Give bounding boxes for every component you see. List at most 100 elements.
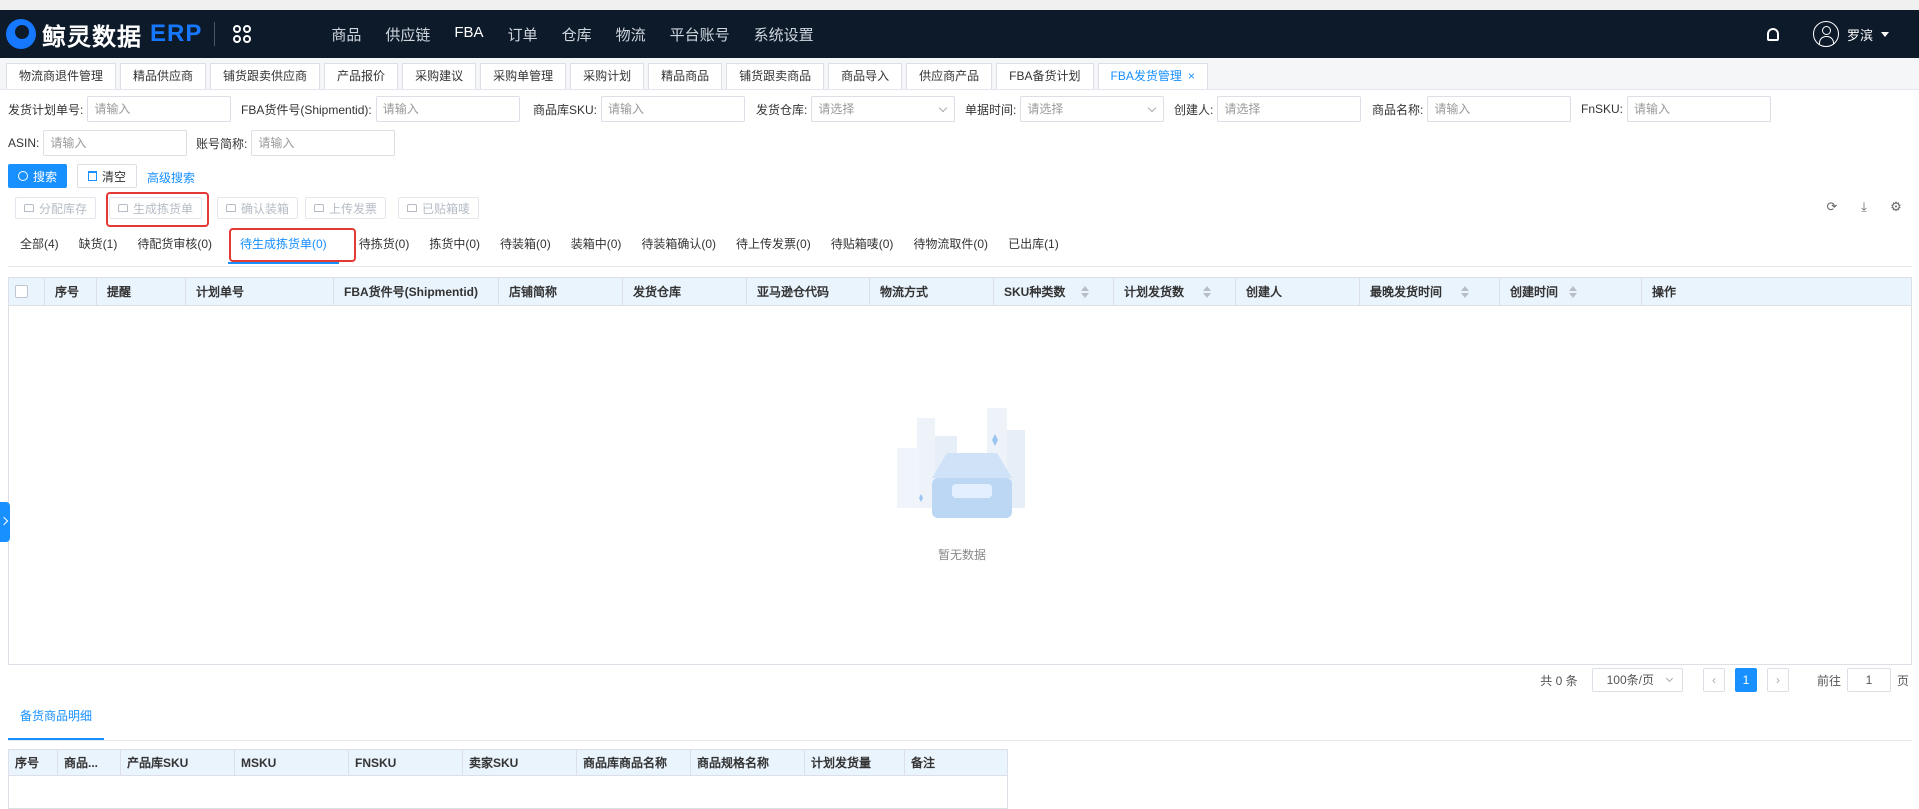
detail-col-goods: 商品... — [58, 750, 121, 776]
filter-label: 发货仓库: — [756, 102, 808, 117]
labeled-button[interactable]: 已贴箱唛 — [398, 197, 480, 219]
advanced-search-link[interactable]: 高级搜索 — [147, 169, 195, 186]
tab-logistics-returns[interactable]: 物流商退件管理 — [6, 63, 117, 89]
prev-page-button[interactable]: ‹ — [1702, 668, 1725, 692]
status-tab-pending-pick[interactable]: 待拣货(0) — [359, 228, 410, 264]
tab-product-quotes[interactable]: 产品报价 — [324, 63, 399, 89]
goto-label: 前往 — [1816, 673, 1841, 688]
status-tab-pending-review[interactable]: 待配货审核(0) — [137, 228, 212, 264]
table-header: 序号 提醒 计划单号 FBA货件号(Shipmentid) 店铺简称 发货仓库 … — [9, 278, 1911, 306]
gear-icon[interactable]: ⚙ — [1889, 200, 1903, 214]
chevron-down-icon — [1148, 103, 1157, 113]
refresh-icon[interactable]: ⟳ — [1825, 200, 1839, 214]
bell-icon[interactable] — [1766, 27, 1779, 41]
nav-item-logistics[interactable]: 物流 — [616, 24, 646, 45]
pagination: 共 0 条 100条/页 ‹ 1 › 前往 1 页 — [1540, 668, 1909, 692]
search-button[interactable]: 搜索 — [8, 164, 68, 188]
status-tab-pending-invoice[interactable]: 待上传发票(0) — [736, 228, 811, 264]
tab-listing-suppliers[interactable]: 铺货跟卖供应商 — [210, 63, 321, 89]
page-tabs: 物流商退件管理 精品供应商 铺货跟卖供应商 产品报价 采购建议 采购单管理 采购… — [0, 58, 1919, 90]
select-all-cell — [9, 278, 45, 306]
logo-divider — [214, 22, 216, 46]
col-sku-kinds[interactable]: SKU种类数 — [994, 278, 1114, 306]
shipment-table: 序号 提醒 计划单号 FBA货件号(Shipmentid) 店铺简称 发货仓库 … — [8, 277, 1912, 665]
status-tab-shipped[interactable]: 已出库(1) — [1008, 228, 1059, 264]
select-all-checkbox[interactable] — [15, 285, 28, 298]
filter-label: 商品名称: — [1372, 102, 1424, 117]
sidebar-toggle-icon[interactable] — [0, 502, 10, 542]
filter-fnsku: FnSKU: 请输入 — [1581, 96, 1772, 122]
chevron-down-icon[interactable] — [1881, 31, 1889, 37]
col-label: 最晚发货时间 — [1370, 285, 1443, 299]
col-created-time[interactable]: 创建时间 — [1500, 278, 1642, 306]
nav-item-platform-account[interactable]: 平台账号 — [670, 24, 730, 45]
status-tab-packing[interactable]: 装箱中(0) — [571, 228, 622, 264]
user-avatar-icon[interactable] — [1812, 21, 1839, 47]
goto-page-input[interactable]: 1 — [1846, 668, 1891, 692]
page-number-current[interactable]: 1 — [1734, 668, 1757, 692]
allocate-stock-button[interactable]: 分配库存 — [15, 197, 97, 219]
filter-label: FnSKU: — [1581, 102, 1624, 116]
logo[interactable]: 鲸灵数据 ERP — [6, 17, 202, 52]
page-size-select[interactable]: 100条/页 — [1591, 668, 1683, 692]
tab-premium-suppliers[interactable]: 精品供应商 — [120, 63, 207, 89]
nav-item-fba[interactable]: FBA — [454, 24, 483, 45]
download-icon[interactable]: ⤓ — [1857, 200, 1871, 214]
next-page-button[interactable]: › — [1766, 668, 1789, 692]
close-icon[interactable]: × — [1188, 69, 1195, 83]
fnsku-input[interactable]: 请输入 — [1627, 96, 1772, 122]
filter-sku: 商品库SKU: 请输入 — [533, 96, 746, 122]
sku-input[interactable]: 请输入 — [601, 96, 746, 122]
nav-item-warehouse[interactable]: 仓库 — [562, 24, 592, 45]
tab-fba-stock-plan[interactable]: FBA备货计划 — [996, 63, 1094, 89]
col-latest-ship-time[interactable]: 最晚发货时间 — [1360, 278, 1500, 306]
col-label: 创建时间 — [1510, 285, 1559, 299]
detail-divider — [8, 740, 1912, 741]
filter-label: 创建人: — [1174, 102, 1214, 117]
status-tab-pending-pack-confirm[interactable]: 待装箱确认(0) — [641, 228, 716, 264]
creator-select[interactable]: 请选择 — [1217, 96, 1362, 122]
empty-inbox-icon — [897, 408, 1025, 518]
tab-listing-goods[interactable]: 铺货跟卖商品 — [726, 63, 825, 89]
upload-invoice-button[interactable]: 上传发票 — [305, 197, 387, 219]
tab-stock-detail[interactable]: 备货商品明细 — [20, 704, 92, 728]
account-input[interactable]: 请输入 — [251, 130, 396, 156]
status-tab-pending-label[interactable]: 待贴箱唛(0) — [831, 228, 894, 264]
clear-label: 清空 — [102, 169, 127, 184]
col-planned-qty[interactable]: 计划发货数 — [1114, 278, 1236, 306]
tab-supplier-products[interactable]: 供应商产品 — [906, 63, 993, 89]
tab-purchase-plan[interactable]: 采购计划 — [570, 63, 645, 89]
action-label: 分配库存 — [39, 201, 88, 216]
col-amazon-code: 亚马逊仓代码 — [747, 278, 870, 306]
tab-goods-import[interactable]: 商品导入 — [828, 63, 903, 89]
apps-grid-icon[interactable] — [233, 25, 252, 43]
main-nav: 商品 供应链 FBA 订单 仓库 物流 平台账号 系统设置 — [331, 24, 837, 45]
plan-no-input[interactable]: 请输入 — [87, 96, 232, 122]
warehouse-select[interactable]: 请选择 — [811, 96, 956, 122]
tab-premium-goods[interactable]: 精品商品 — [648, 63, 723, 89]
tab-purchase-suggestions[interactable]: 采购建议 — [402, 63, 477, 89]
nav-item-orders[interactable]: 订单 — [508, 24, 538, 45]
status-tab-picking[interactable]: 拣货中(0) — [429, 228, 480, 264]
tab-purchase-orders[interactable]: 采购单管理 — [480, 63, 567, 89]
detail-col-seller-sku: 卖家SKU — [463, 750, 577, 776]
filter-label: FBA货件号(Shipmentid): — [241, 102, 372, 117]
nav-item-system-settings[interactable]: 系统设置 — [754, 24, 814, 45]
asin-input[interactable]: 请输入 — [43, 130, 188, 156]
status-tab-pending-packing[interactable]: 待装箱(0) — [500, 228, 551, 264]
nav-item-goods[interactable]: 商品 — [331, 24, 361, 45]
doc-time-select[interactable]: 请选择 — [1020, 96, 1165, 122]
nav-item-supply-chain[interactable]: 供应链 — [385, 24, 430, 45]
status-tab-out-of-stock[interactable]: 缺货(1) — [79, 228, 118, 264]
detail-col-fnsku: FNSKU — [349, 750, 463, 776]
logo-erp: ERP — [150, 20, 203, 47]
user-name[interactable]: 罗滨 — [1847, 25, 1873, 44]
shipment-id-input[interactable]: 请输入 — [375, 96, 520, 122]
product-name-input[interactable]: 请输入 — [1427, 96, 1572, 122]
confirm-packing-button[interactable]: 确认装箱 — [217, 197, 299, 219]
clear-button[interactable]: 清空 — [77, 164, 138, 188]
col-label: 计划发货数 — [1124, 285, 1185, 299]
status-tab-pending-pickup[interactable]: 待物流取件(0) — [913, 228, 988, 264]
status-tab-all[interactable]: 全部(4) — [20, 228, 59, 264]
tab-fba-shipment[interactable]: FBA发货管理 × — [1097, 63, 1208, 89]
